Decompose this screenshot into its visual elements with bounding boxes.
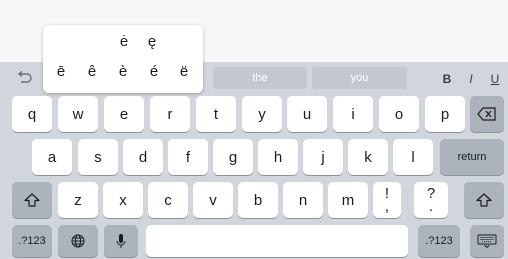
key-p[interactable]: p xyxy=(425,96,465,132)
key-g[interactable]: g xyxy=(213,139,253,175)
shift-left-button[interactable] xyxy=(12,182,52,218)
accent-option[interactable]: ë xyxy=(174,63,194,80)
globe-button[interactable] xyxy=(58,225,98,257)
shift-right-button[interactable] xyxy=(464,182,504,218)
bold-button[interactable]: B xyxy=(438,69,456,89)
key-v[interactable]: v xyxy=(193,182,233,218)
underline-button[interactable]: U xyxy=(486,69,504,89)
key-glyph: , xyxy=(384,198,390,215)
key-u[interactable]: u xyxy=(287,96,327,132)
undo-icon[interactable] xyxy=(14,68,36,88)
key-b[interactable]: b xyxy=(238,182,278,218)
prediction-label: you xyxy=(350,72,369,84)
key-glyph: . xyxy=(428,198,434,215)
prediction-the[interactable]: the xyxy=(213,67,307,89)
italic-button[interactable]: I xyxy=(462,69,480,89)
key-exclaim-comma[interactable]: ! , xyxy=(373,182,401,218)
key-x[interactable]: x xyxy=(103,182,143,218)
return-button[interactable]: return xyxy=(440,139,504,175)
accent-option[interactable]: ē xyxy=(51,63,71,80)
key-j[interactable]: j xyxy=(303,139,343,175)
key-k[interactable]: k xyxy=(348,139,388,175)
numbers-left-button[interactable]: .?123 xyxy=(12,225,52,257)
microphone-icon xyxy=(116,234,126,248)
key-m[interactable]: m xyxy=(328,182,368,218)
key-c[interactable]: c xyxy=(148,182,188,218)
accent-option[interactable]: è xyxy=(113,63,133,80)
key-h[interactable]: h xyxy=(258,139,298,175)
key-a[interactable]: a xyxy=(32,139,72,175)
prediction-label: the xyxy=(252,72,268,84)
accent-popup: ė ę ē ê è é ë xyxy=(43,25,203,93)
key-w[interactable]: w xyxy=(58,96,98,132)
prediction-you[interactable]: you xyxy=(312,67,407,89)
keyboard-dismiss-button[interactable] xyxy=(470,225,504,257)
shift-icon xyxy=(24,193,40,207)
key-i[interactable]: i xyxy=(333,96,373,132)
key-e[interactable]: e xyxy=(104,96,144,132)
globe-icon xyxy=(71,234,85,248)
space-bar[interactable] xyxy=(146,225,408,257)
key-l[interactable]: l xyxy=(393,139,433,175)
accent-option[interactable]: é xyxy=(144,63,164,80)
key-y[interactable]: y xyxy=(242,96,282,132)
key-q[interactable]: q xyxy=(12,96,52,132)
key-n[interactable]: n xyxy=(283,182,323,218)
key-d[interactable]: d xyxy=(123,139,163,175)
key-f[interactable]: f xyxy=(168,139,208,175)
key-t[interactable]: t xyxy=(196,96,236,132)
key-question-period[interactable]: ? . xyxy=(414,182,448,218)
backspace-icon xyxy=(477,107,496,121)
key-o[interactable]: o xyxy=(379,96,419,132)
accent-option[interactable]: ê xyxy=(82,63,102,80)
key-s[interactable]: s xyxy=(78,139,118,175)
shift-icon xyxy=(476,193,492,207)
key-z[interactable]: z xyxy=(58,182,98,218)
delete-button[interactable] xyxy=(470,96,504,132)
accent-option[interactable]: ė xyxy=(114,33,134,50)
numbers-right-button[interactable]: .?123 xyxy=(418,225,460,257)
accent-option[interactable]: ę xyxy=(142,33,162,50)
dictation-button[interactable] xyxy=(104,225,138,257)
keyboard-dismiss-icon xyxy=(477,234,497,248)
ipad-screen: the you B I U q w e r t y u i o p a s d … xyxy=(0,0,508,259)
key-r[interactable]: r xyxy=(150,96,190,132)
